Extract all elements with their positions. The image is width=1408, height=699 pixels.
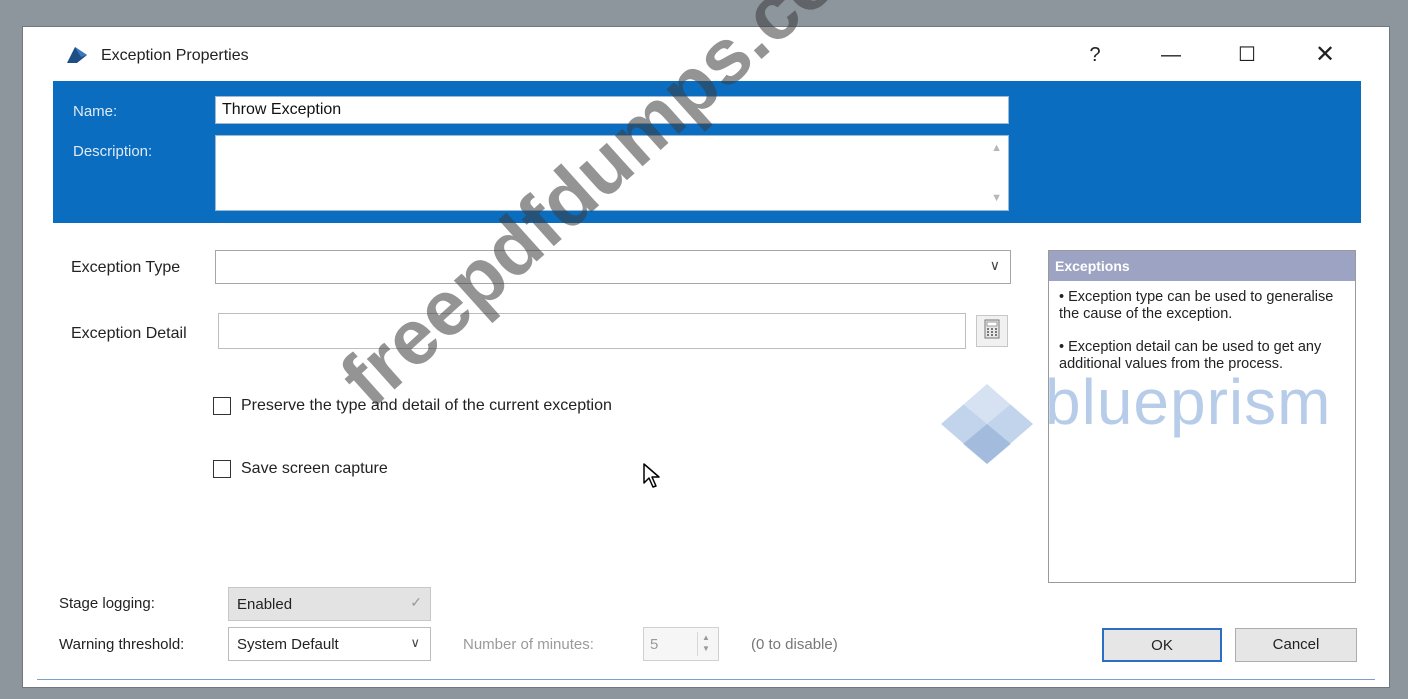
- close-button[interactable]: ✕: [1305, 39, 1345, 71]
- save-screen-capture-row: Save screen capture: [213, 460, 388, 478]
- preserve-exception-checkbox[interactable]: [213, 397, 231, 415]
- exception-type-select[interactable]: ∨: [215, 250, 1011, 284]
- spinner-arrows-icon[interactable]: ▲ ▼: [697, 632, 714, 656]
- name-description-panel: Name: Throw Exception Description: ▲ ▼: [53, 81, 1361, 223]
- disable-hint: (0 to disable): [751, 636, 838, 653]
- stage-logging-label: Stage logging:: [59, 595, 155, 612]
- title-bar: Exception Properties ? — ☐ ✕: [23, 27, 1389, 81]
- name-label: Name:: [73, 103, 118, 120]
- blueprism-watermark: blueprism: [1045, 366, 1332, 438]
- scroll-up-icon[interactable]: ▲: [991, 142, 1002, 154]
- exception-properties-window: Exception Properties ? — ☐ ✕ Name: Throw…: [22, 0, 1390, 688]
- save-screen-capture-label[interactable]: Save screen capture: [241, 460, 388, 478]
- checkmark-icon: ✓: [410, 594, 422, 610]
- number-of-minutes-spinner[interactable]: 5 ▲ ▼: [643, 627, 719, 661]
- save-screen-capture-checkbox[interactable]: [213, 460, 231, 478]
- number-of-minutes-label: Number of minutes:: [463, 636, 594, 653]
- warning-threshold-select[interactable]: System Default ∨: [228, 627, 431, 661]
- minutes-value: 5: [650, 636, 659, 653]
- exception-detail-label: Exception Detail: [71, 325, 187, 342]
- name-input[interactable]: Throw Exception: [215, 96, 1009, 124]
- preserve-exception-row: Preserve the type and detail of the curr…: [213, 397, 612, 415]
- mouse-pointer-icon: [643, 463, 661, 494]
- window-title: Exception Properties: [101, 47, 249, 64]
- blueprism-logo-icon: [941, 384, 1033, 469]
- chevron-down-icon: ∨: [410, 635, 420, 650]
- description-textarea[interactable]: ▲ ▼: [215, 135, 1009, 211]
- maximize-button[interactable]: ☐: [1227, 39, 1267, 71]
- warning-threshold-value: System Default: [237, 636, 339, 653]
- blueprism-app-icon: [67, 47, 87, 63]
- ok-button[interactable]: OK: [1102, 628, 1222, 662]
- help-button[interactable]: ?: [1075, 39, 1115, 71]
- expression-editor-button[interactable]: [976, 315, 1008, 347]
- stage-logging-combo[interactable]: Enabled ✓: [228, 587, 431, 621]
- warning-threshold-label: Warning threshold:: [59, 636, 185, 653]
- preserve-exception-label[interactable]: Preserve the type and detail of the curr…: [241, 397, 612, 415]
- exception-detail-input[interactable]: [218, 313, 966, 349]
- minimize-button[interactable]: —: [1151, 39, 1191, 71]
- chevron-down-icon: ∨: [989, 257, 1000, 273]
- calculator-icon: [984, 319, 1000, 344]
- scroll-down-icon[interactable]: ▼: [991, 192, 1002, 204]
- help-panel-title: Exceptions: [1049, 251, 1355, 281]
- bottom-divider: [37, 679, 1375, 680]
- exception-type-label: Exception Type: [71, 259, 181, 276]
- help-exception-type: • Exception type can be used to generali…: [1059, 289, 1334, 322]
- stage-logging-value: Enabled: [237, 596, 293, 613]
- description-label: Description:: [73, 143, 153, 160]
- cancel-button[interactable]: Cancel: [1235, 628, 1357, 662]
